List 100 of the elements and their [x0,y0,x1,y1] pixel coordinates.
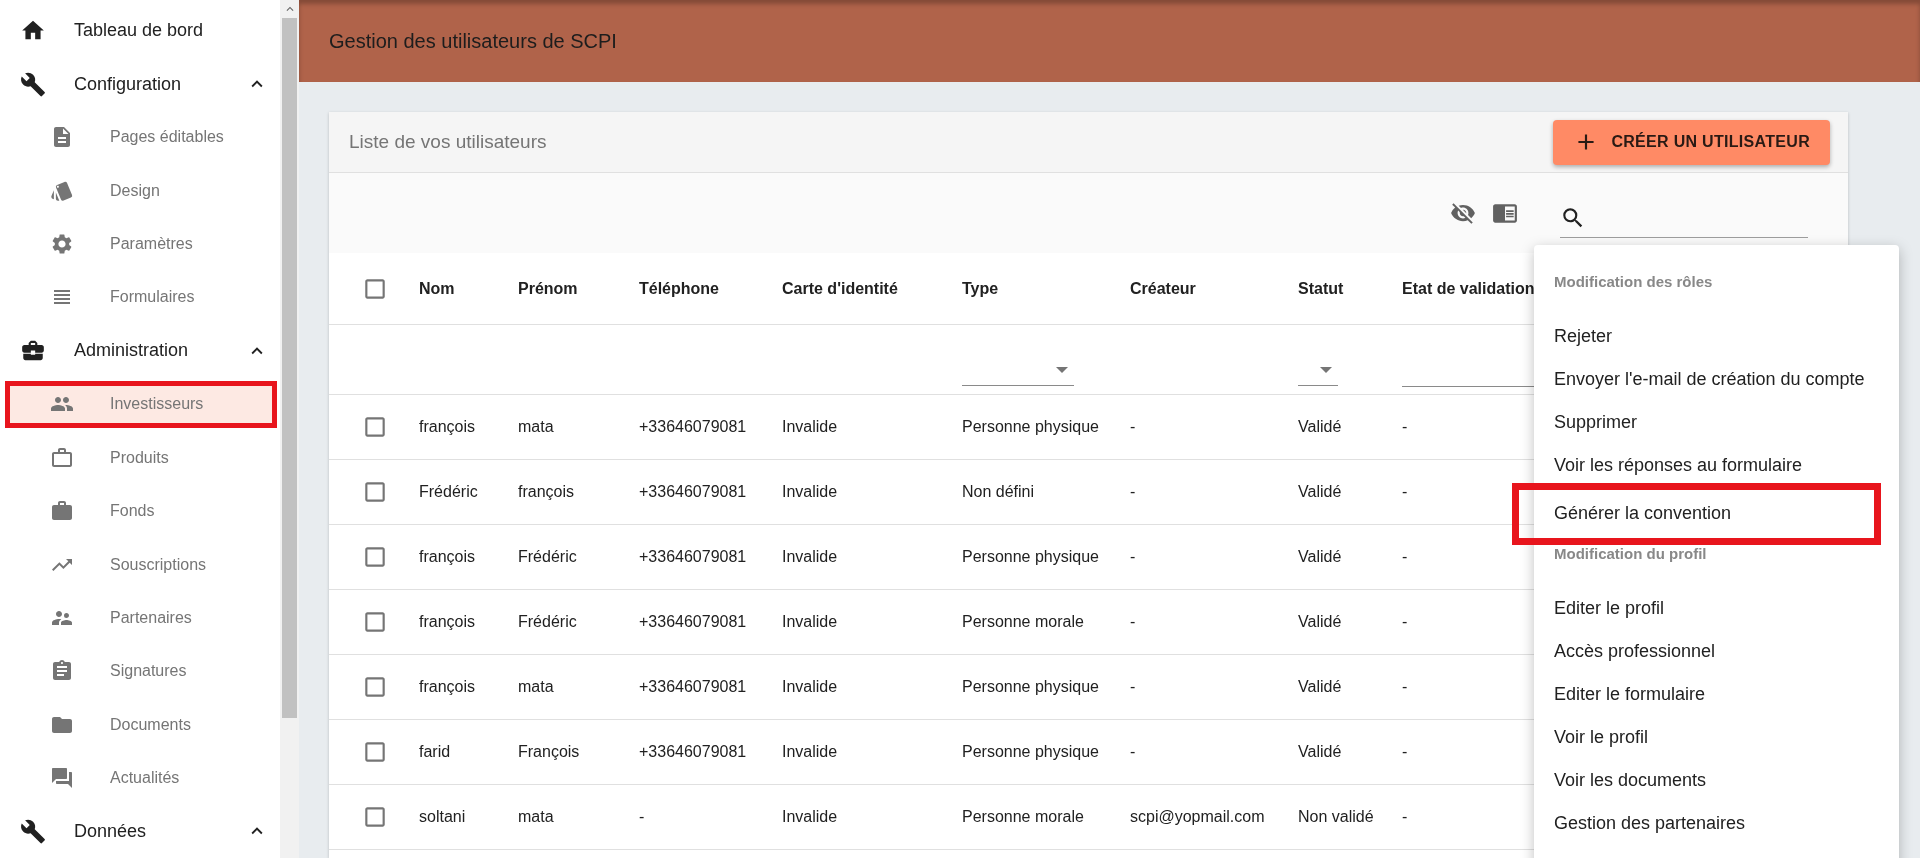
table-cell: +33646079081 [639,483,747,501]
menu-section-title: Modification du profil [1553,544,1708,564]
column-header[interactable]: Carte d'identité [782,279,962,298]
table-cell: Personne physique [962,418,1099,436]
table-cell: - [1130,548,1136,566]
nav-subitem[interactable]: Pages éditables [8,110,274,165]
menu-item[interactable]: Supprimer [1534,401,1899,444]
table-cell: - [1402,678,1408,696]
eye-off-icon[interactable] [1450,200,1476,226]
nav-subitem[interactable]: Actualités [8,751,274,805]
table-cell: françois [419,678,476,696]
menu-item[interactable]: Voir les documents [1534,759,1899,802]
card-title: Liste de vos utilisateurs [349,131,547,153]
table-cell: Validé [1298,418,1342,436]
checkbox[interactable] [362,479,388,505]
table-cell: +33646079081 [639,678,747,696]
table-cell: - [1130,613,1136,631]
nav-subitem[interactable]: Documents [8,698,274,752]
checkbox[interactable] [362,804,388,830]
table-cell: Invalide [782,613,838,631]
table-cell: Invalide [782,808,838,826]
menu-item[interactable]: Editer le profil [1534,587,1899,630]
menu-item[interactable]: Rejeter [1534,315,1899,358]
table-cell: - [1402,418,1408,436]
table-cell: mata [518,808,554,826]
table-cell: - [639,808,645,826]
table-cell: François [518,743,580,761]
table-cell: soltani [419,808,466,826]
table-cell: Validé [1298,678,1342,696]
nav-item[interactable]: Administration [0,324,280,378]
table-cell: - [1130,678,1136,696]
table-cell: Frédéric [419,483,478,501]
nav-item[interactable]: Tableau de bord [0,4,280,58]
table-cell: françois [419,548,476,566]
scrollbar[interactable] [280,0,299,858]
table-cell: +33646079081 [639,548,747,566]
table-cell: - [1130,483,1136,501]
table-cell: Invalide [782,678,838,696]
checkbox[interactable] [362,609,388,635]
table-cell: françois [518,483,575,501]
checkbox[interactable] [362,739,388,765]
nav-item[interactable]: Configuration [0,57,280,111]
menu-item[interactable]: Editer le formulaire [1534,673,1899,716]
nav-subitem[interactable]: Produits [8,431,274,485]
table-cell: Validé [1298,548,1342,566]
table-cell: +33646079081 [639,613,747,631]
table-cell: Validé [1298,483,1342,501]
table-cell: - [1402,548,1408,566]
table-cell: - [1402,743,1408,761]
table-cell: Non validé [1298,808,1374,826]
table-cell: farid [419,743,451,761]
table-cell: - [1402,483,1408,501]
menu-item[interactable]: Voir le profil [1534,716,1899,759]
table-cell: Personne physique [962,548,1099,566]
table-cell: - [1402,808,1408,826]
table-cell: mata [518,418,554,436]
nav-subitem[interactable]: Signatures [8,644,274,699]
create-user-button[interactable]: CRÉER UN UTILISATEUR [1553,119,1830,165]
checkbox[interactable] [362,414,388,440]
nav-subitem[interactable]: Paramètres [8,217,274,271]
table-cell: Invalide [782,418,838,436]
table-cell: - [1402,613,1408,631]
menu-item[interactable]: Accès professionnel [1534,630,1899,673]
table-cell: Validé [1298,613,1342,631]
wrench-icon [20,817,46,845]
column-header[interactable]: Type [962,279,1130,298]
table-cell: Invalide [782,743,838,761]
dropdown-arrow-icon [1056,367,1068,373]
checkbox[interactable] [362,674,388,700]
table-cell: scpi@yopmail.com [1130,808,1265,826]
column-header[interactable]: Statut [1298,279,1402,298]
table-cell: - [1130,418,1136,436]
column-header[interactable]: Nom [419,279,518,298]
table-cell: françois [419,418,476,436]
table-cell: Validé [1298,743,1342,761]
table-cell: Invalide [782,483,838,501]
menu-item[interactable]: Générer la convention [1512,483,1881,545]
nav-item[interactable]: Données [0,804,280,858]
nav-subitem[interactable]: Partenaires [8,591,274,645]
table-cell: - [1130,743,1136,761]
menu-item[interactable]: Gestion des partenaires [1534,802,1899,845]
table-cell: +33646079081 [639,418,747,436]
dropdown-arrow-icon [1320,367,1332,373]
nav-subitem[interactable]: Formulaires [8,270,274,325]
nav-subitem[interactable]: Design [8,164,274,218]
table-cell: françois [419,613,476,631]
nav-subitem[interactable]: Souscriptions [8,537,274,592]
table-cell: Invalide [782,548,838,566]
nav-subitem[interactable]: Investisseurs [8,383,274,426]
table-cell: Frédéric [518,613,577,631]
table-cell: +33646079081 [639,743,747,761]
column-header[interactable]: Créateur [1130,279,1298,298]
column-header[interactable]: Téléphone [639,279,782,298]
checkbox[interactable] [362,544,388,570]
table-cell: mata [518,678,554,696]
column-header[interactable]: Prénom [518,279,639,298]
nav-subitem[interactable]: Fonds [8,484,274,538]
table-cell: Personne physique [962,678,1099,696]
wrench-icon [20,70,46,98]
menu-item[interactable]: Envoyer l'e-mail de création du compte [1534,358,1899,401]
